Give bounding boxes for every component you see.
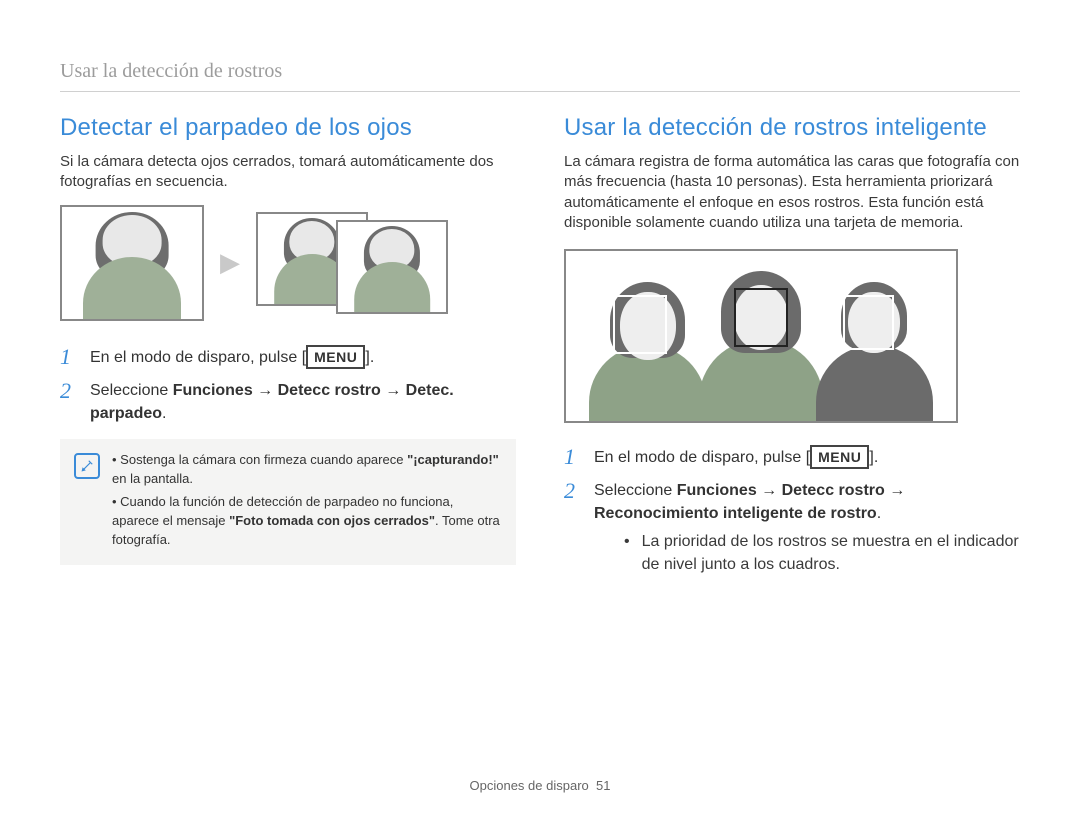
step-text: Seleccione Funciones → Detecc rostro → D… xyxy=(90,379,516,425)
menu-button-icon: MENU xyxy=(810,445,869,469)
divider xyxy=(60,91,1020,92)
blink-single-photo xyxy=(60,205,204,321)
left-step-2: 2 Seleccione Funciones → Detecc rostro →… xyxy=(60,379,516,425)
right-step-1: 1 En el modo de disparo, pulse [MENU]. xyxy=(564,445,1020,469)
note-item: Sostenga la cámara con firmeza cuando ap… xyxy=(112,451,502,489)
right-column: Usar la detección de rostros inteligente… xyxy=(564,114,1020,600)
blink-sequence-photos xyxy=(256,208,456,318)
step-text: En el modo de disparo, pulse [MENU]. xyxy=(594,445,878,469)
left-heading: Detectar el parpadeo de los ojos xyxy=(60,114,516,142)
note-box: Sostenga la cámara con firmeza cuando ap… xyxy=(60,439,516,565)
right-steps: 1 En el modo de disparo, pulse [MENU]. 2… xyxy=(564,445,1020,586)
left-column: Detectar el parpadeo de los ojos Si la c… xyxy=(60,114,516,600)
smart-face-illustration xyxy=(564,249,958,423)
page: Usar la detección de rostros Detectar el… xyxy=(0,0,1080,815)
note-list: Sostenga la cámara con firmeza cuando ap… xyxy=(112,451,502,553)
menu-button-icon: MENU xyxy=(306,345,365,369)
note-icon xyxy=(74,453,100,479)
page-footer: Opciones de disparo 51 xyxy=(0,778,1080,793)
step-number: 1 xyxy=(60,345,78,369)
step-text: En el modo de disparo, pulse [MENU]. xyxy=(90,345,374,369)
arrow-right-icon: ▶ xyxy=(220,247,240,278)
running-head: Usar la detección de rostros xyxy=(60,60,1020,83)
step-bullets: La prioridad de los rostros se muestra e… xyxy=(624,530,1020,576)
step-text: Seleccione Funciones → Detecc rostro → R… xyxy=(594,482,905,522)
right-heading: Usar la detección de rostros inteligente xyxy=(564,114,1020,142)
footer-page-number: 51 xyxy=(596,778,610,793)
face-focus-box-3 xyxy=(843,295,894,350)
step-number: 2 xyxy=(564,479,582,586)
face-focus-box-2 xyxy=(734,288,789,346)
left-step-1: 1 En el modo de disparo, pulse [MENU]. xyxy=(60,345,516,369)
right-step-2: 2 Seleccione Funciones → Detecc rostro →… xyxy=(564,479,1020,586)
content-columns: Detectar el parpadeo de los ojos Si la c… xyxy=(60,114,1020,600)
note-item: Cuando la función de detección de parpad… xyxy=(112,493,502,550)
footer-section: Opciones de disparo xyxy=(470,778,589,793)
left-intro: Si la cámara detecta ojos cerrados, toma… xyxy=(60,152,516,193)
face-focus-box-1 xyxy=(613,295,668,353)
left-steps: 1 En el modo de disparo, pulse [MENU]. 2… xyxy=(60,345,516,426)
step-bullet-item: La prioridad de los rostros se muestra e… xyxy=(624,530,1020,576)
step-number: 1 xyxy=(564,445,582,469)
right-intro: La cámara registra de forma automática l… xyxy=(564,152,1020,233)
blink-illustration-row: ▶ xyxy=(60,205,516,321)
step-number: 2 xyxy=(60,379,78,425)
